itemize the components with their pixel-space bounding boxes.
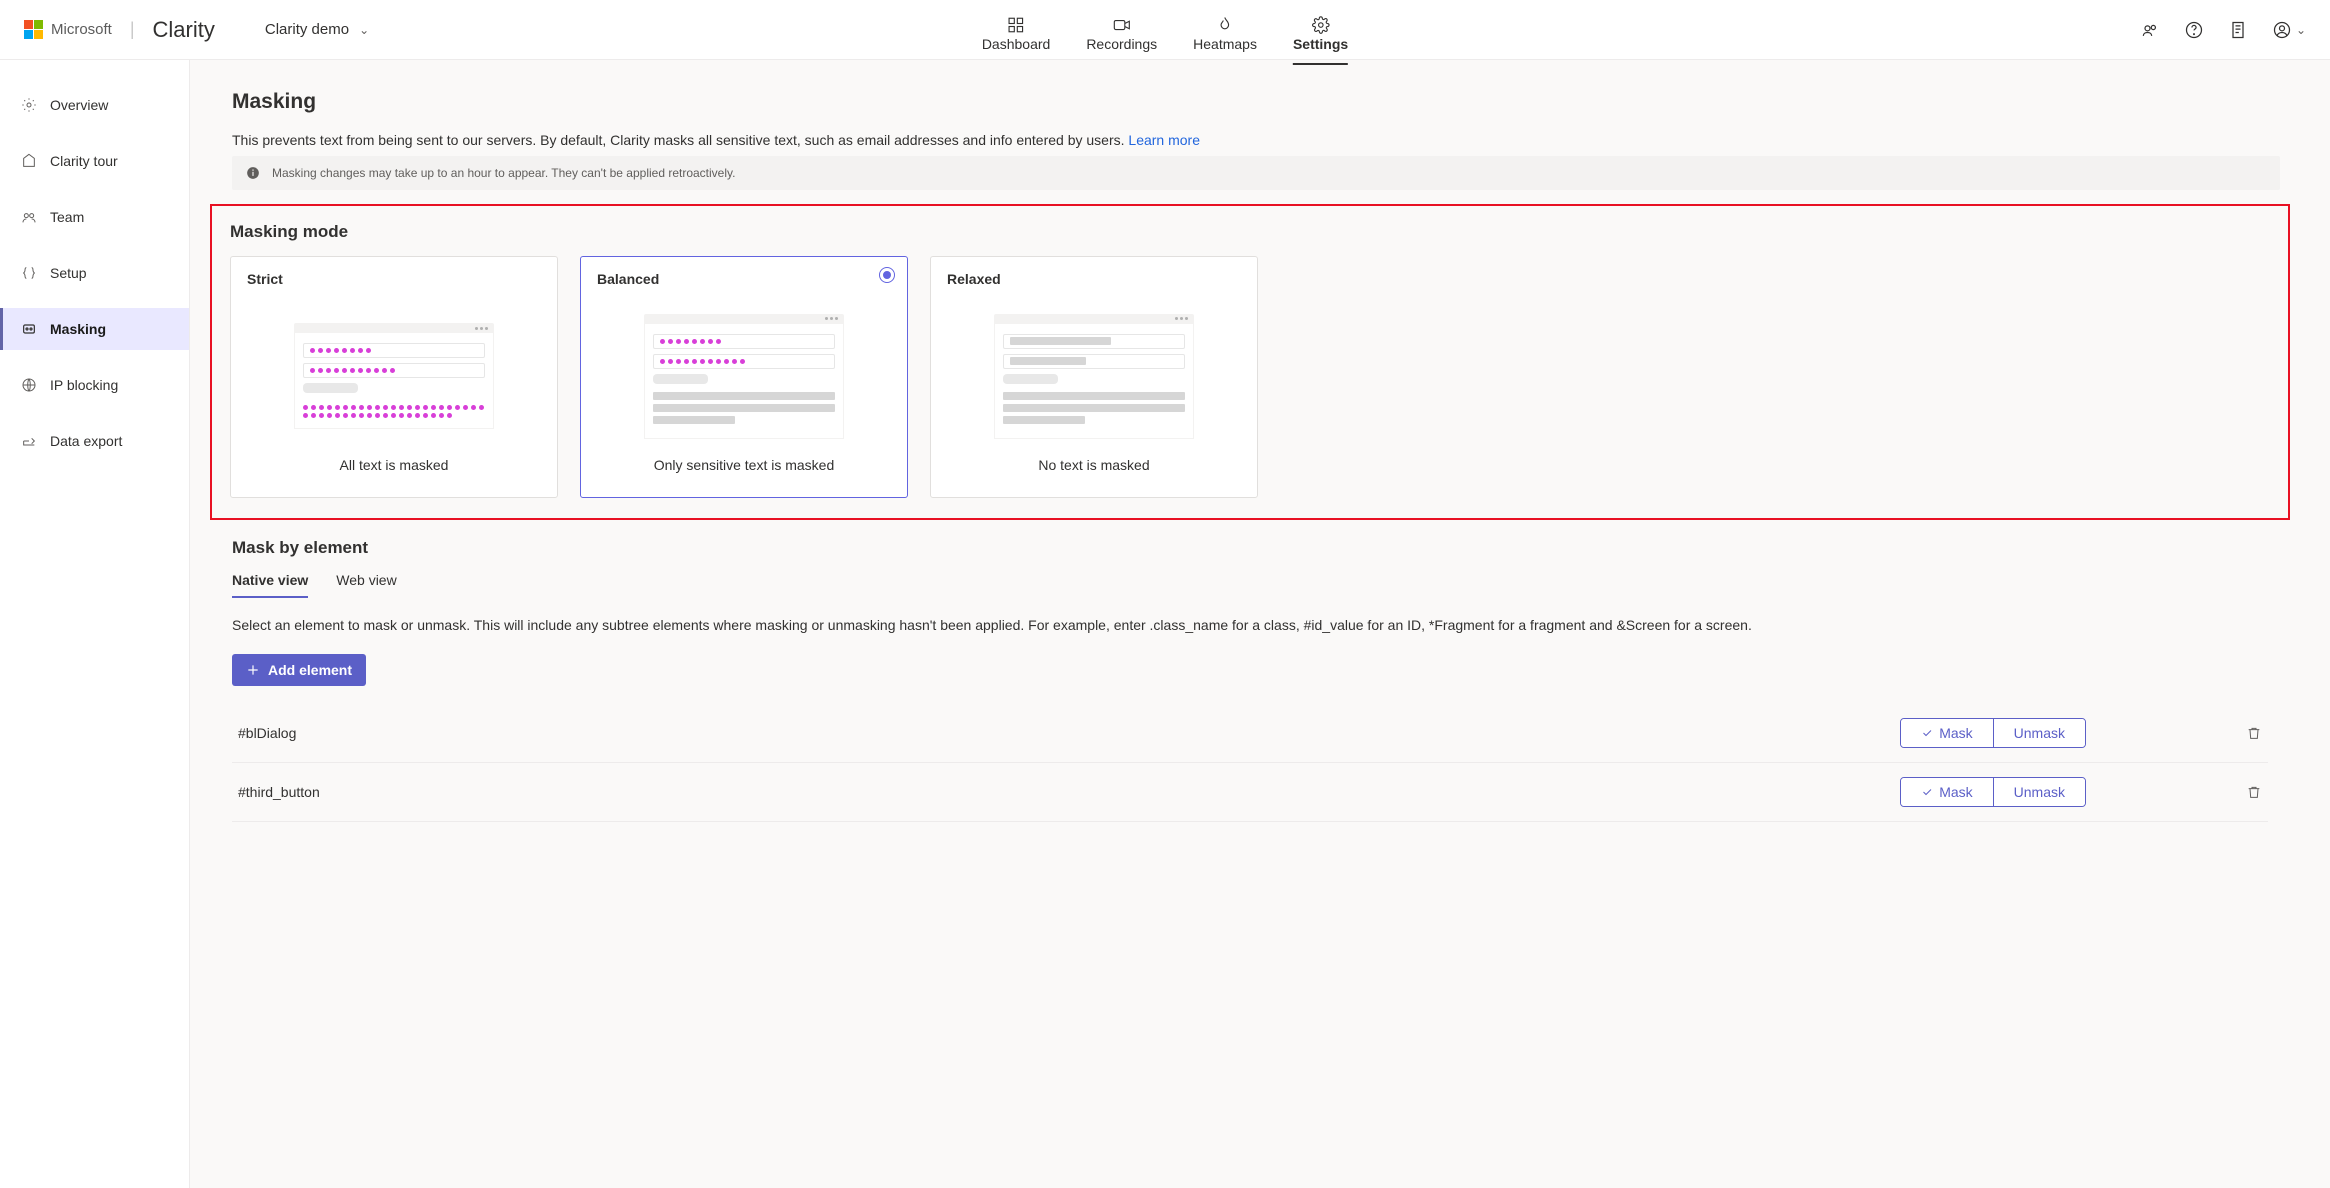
mode-card-balanced[interactable]: Balanced [580,256,908,498]
mask-button[interactable]: Mask [1901,719,1993,747]
masking-mode-title: Masking mode [230,222,2270,242]
sidebar-item-tour[interactable]: Clarity tour [0,140,189,182]
info-alert: Masking changes may take up to an hour t… [232,156,2280,190]
video-icon [1113,16,1131,34]
main-content: Masking This prevents text from being se… [190,60,2330,1188]
sidebar-label: Setup [50,265,87,281]
braces-icon [20,264,38,282]
sidebar-item-team[interactable]: Team [0,196,189,238]
delete-row-button[interactable] [2246,784,2262,800]
globe-icon [20,376,38,394]
brand-divider: | [130,19,135,40]
add-element-label: Add element [268,662,352,678]
learn-more-link[interactable]: Learn more [1128,132,1200,148]
sidebar-label: Masking [50,321,106,337]
mask-toggle-group: Mask Unmask [1900,718,2086,748]
unmask-button[interactable]: Unmask [1994,719,2085,747]
mask-button[interactable]: Mask [1901,778,1993,806]
mode-card-title: Relaxed [947,271,1241,287]
mode-illustration [247,301,541,451]
mode-illustration [597,301,891,451]
nav-recordings[interactable]: Recordings [1086,8,1157,52]
gear-icon [20,96,38,114]
mode-caption: All text is masked [247,457,541,473]
page-title: Masking [232,90,2280,114]
project-name: Clarity demo [265,21,349,38]
people-icon[interactable] [2140,20,2160,40]
note-icon[interactable] [2228,20,2248,40]
sidebar-item-overview[interactable]: Overview [0,84,189,126]
tab-native-view[interactable]: Native view [232,572,308,598]
nav-settings-label: Settings [1293,36,1348,52]
brand-ms-text: Microsoft [51,21,112,38]
chevron-down-icon: ⌄ [2296,23,2306,37]
nav-settings[interactable]: Settings [1293,8,1348,52]
sidebar-label: Clarity tour [50,153,118,169]
settings-sidebar: Overview Clarity tour Team Setup Masking… [0,60,190,1188]
view-tabs: Native view Web view [232,572,2268,599]
unmask-button[interactable]: Unmask [1994,778,2085,806]
nav-recordings-label: Recordings [1086,36,1157,52]
mode-card-relaxed[interactable]: Relaxed [930,256,1258,498]
top-nav: Dashboard Recordings Heatmaps Settings [982,8,1348,52]
project-selector[interactable]: Clarity demo ⌄ [265,21,369,38]
plus-icon [246,663,260,677]
sidebar-label: Data export [50,433,122,449]
tab-web-view[interactable]: Web view [336,572,396,598]
sidebar-item-ipblocking[interactable]: IP blocking [0,364,189,406]
sidebar-item-setup[interactable]: Setup [0,252,189,294]
check-icon [1921,727,1933,739]
mask-by-element-section: Mask by element Native view Web view Sel… [210,538,2290,822]
nav-heatmaps-label: Heatmaps [1193,36,1257,52]
element-row: #third_button Mask Unmask [232,763,2268,822]
mode-card-strict[interactable]: Strict [230,256,558,498]
team-icon [20,208,38,226]
masking-mode-cards: Strict [230,256,2270,498]
mask-by-element-desc: Select an element to mask or unmask. Thi… [232,615,2268,636]
sidebar-label: Overview [50,97,108,113]
flag-icon [20,152,38,170]
mode-caption: No text is masked [947,457,1241,473]
radio-selected-icon [879,267,895,283]
add-element-button[interactable]: Add element [232,654,366,686]
dashboard-icon [1007,16,1025,34]
element-selector: #blDialog [238,725,296,741]
element-row: #blDialog Mask Unmask [232,704,2268,763]
header-actions: ⌄ [2140,20,2306,40]
brand-block: Microsoft | Clarity [24,17,215,43]
delete-row-button[interactable] [2246,725,2262,741]
mask-toggle-group: Mask Unmask [1900,777,2086,807]
mask-icon [20,320,38,338]
mask-by-element-title: Mask by element [232,538,2268,558]
microsoft-logo-icon [24,20,43,39]
app-header: Microsoft | Clarity Clarity demo ⌄ Dashb… [0,0,2330,60]
sidebar-item-dataexport[interactable]: Data export [0,420,189,462]
nav-dashboard-label: Dashboard [982,36,1051,52]
mode-illustration [947,301,1241,451]
masking-mode-section-highlight: Masking mode Strict [210,204,2290,520]
sidebar-item-masking[interactable]: Masking [0,308,189,350]
brand-app-text: Clarity [153,17,215,43]
check-icon [1921,786,1933,798]
mode-card-title: Balanced [597,271,891,287]
chevron-down-icon: ⌄ [359,23,369,37]
element-selector: #third_button [238,784,320,800]
info-icon [246,166,260,180]
account-icon[interactable]: ⌄ [2272,20,2306,40]
mode-card-title: Strict [247,271,541,287]
gear-icon [1312,16,1330,34]
sidebar-label: Team [50,209,84,225]
help-icon[interactable] [2184,20,2204,40]
nav-heatmaps[interactable]: Heatmaps [1193,8,1257,52]
sidebar-label: IP blocking [50,377,118,393]
mode-caption: Only sensitive text is masked [597,457,891,473]
flame-icon [1216,16,1234,34]
nav-dashboard[interactable]: Dashboard [982,8,1051,52]
export-icon [20,432,38,450]
page-description: This prevents text from being sent to ou… [232,132,2280,148]
alert-text: Masking changes may take up to an hour t… [272,166,735,180]
